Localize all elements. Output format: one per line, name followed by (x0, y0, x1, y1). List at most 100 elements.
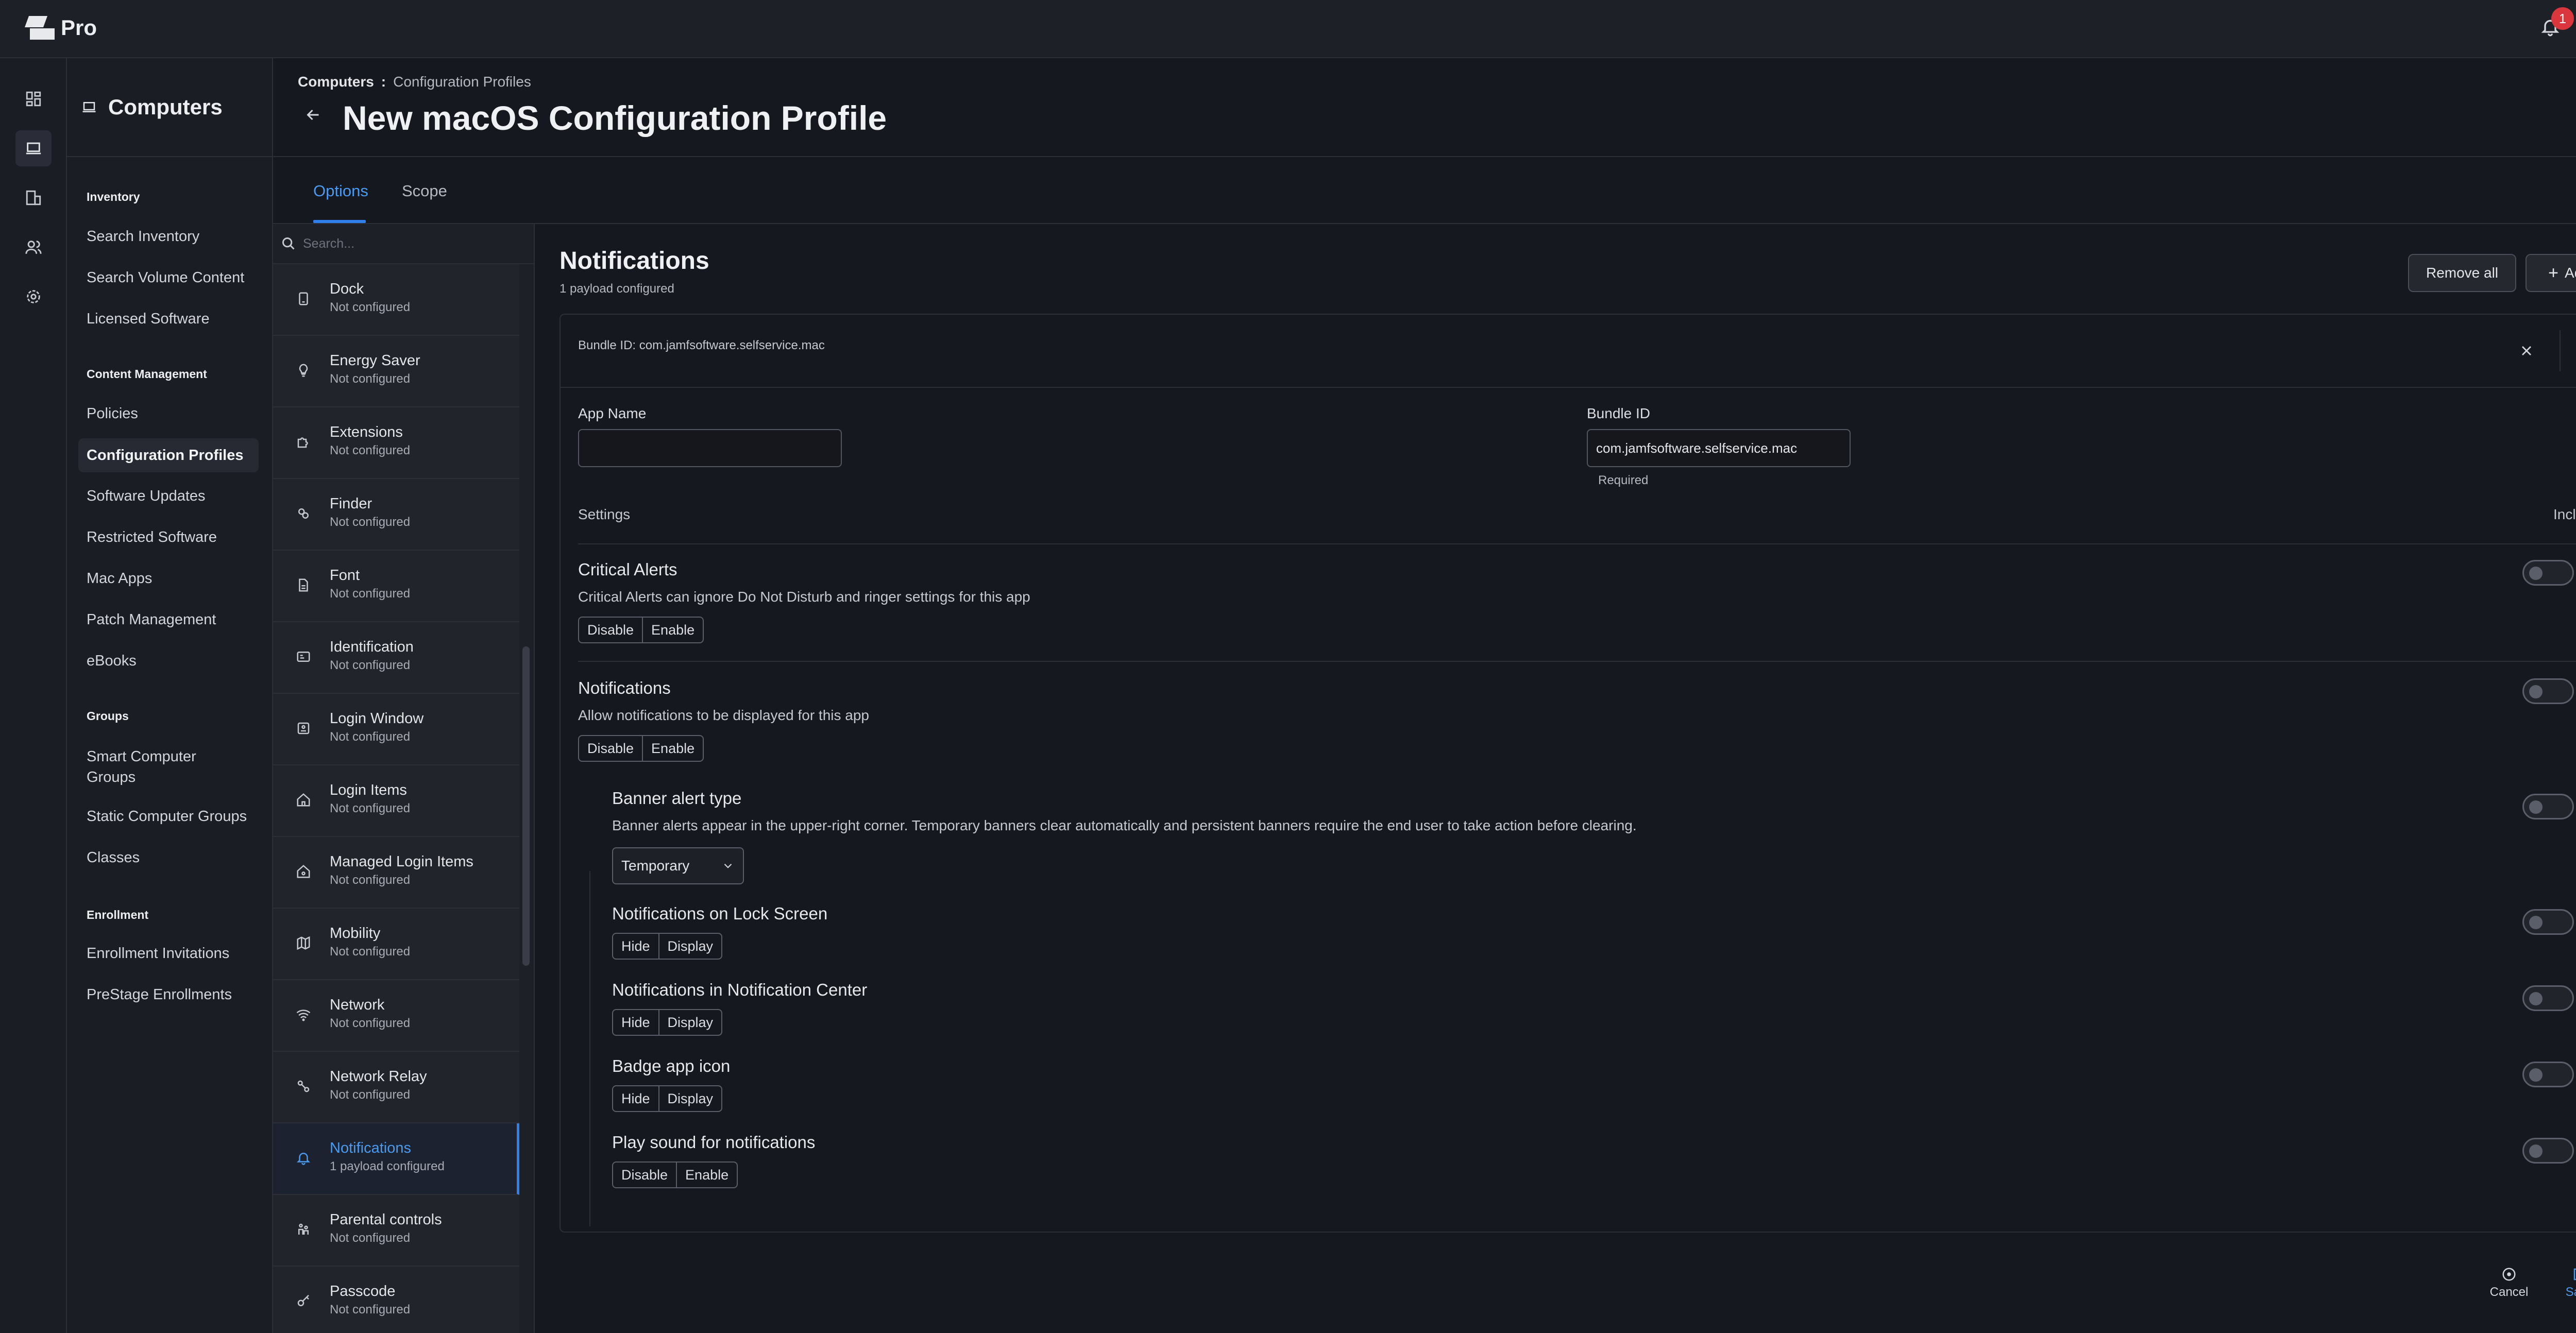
payload-item-energy-saver[interactable]: Energy Saver Not configured (273, 336, 519, 407)
home-icon (296, 792, 311, 808)
payload-item-name: Login Window (330, 710, 424, 727)
payload-item-font[interactable]: Font Not configured (273, 551, 519, 622)
back-button[interactable] (304, 106, 323, 124)
nav-licensed-software[interactable]: Licensed Software (67, 311, 258, 328)
critical-alerts-enable[interactable]: Enable (642, 618, 703, 642)
rail-computers[interactable] (15, 130, 52, 166)
tab-scope[interactable]: Scope (402, 182, 447, 200)
payload-item-network-relay[interactable]: Network Relay Not configured (273, 1052, 519, 1123)
payload-item-name: Network Relay (330, 1068, 427, 1085)
setting-desc-critical-alerts: Critical Alerts can ignore Do Not Distur… (578, 589, 1030, 605)
payload-list-scrollbar[interactable] (522, 646, 530, 966)
payload-item-name: Managed Login Items (330, 853, 473, 870)
badge-app-icon-hide[interactable]: Hide (613, 1086, 658, 1111)
breadcrumb-root[interactable]: Computers (298, 74, 374, 90)
payload-item-parental-controls[interactable]: Parental controls Not configured (273, 1195, 519, 1267)
nav-classes[interactable]: Classes (67, 849, 258, 866)
notification-center-include-toggle[interactable] (2522, 985, 2574, 1011)
payload-subtitle: 1 payload configured (560, 282, 674, 296)
save-button[interactable]: Save (2556, 1267, 2576, 1300)
payload-item-login-items[interactable]: Login Items Not configured (273, 765, 519, 837)
bundle-id-input[interactable]: com.jamfsoftware.selfservice.mac (1587, 429, 1851, 467)
payload-item-finder[interactable]: Finder Not configured (273, 479, 519, 551)
nav-smart-computer-groups[interactable]: Smart Computer Groups (67, 746, 222, 788)
chevron-down-icon (724, 863, 732, 868)
nav-policies[interactable]: Policies (67, 405, 258, 422)
bell-icon (296, 1150, 311, 1166)
setting-title-banner-alert-type: Banner alert type (612, 789, 742, 808)
lock-screen-display[interactable]: Display (658, 934, 722, 959)
payload-title: Notifications (560, 247, 709, 275)
nav-prestage-enrollments[interactable]: PreStage Enrollments (67, 986, 258, 1003)
payload-item-identification[interactable]: Identification Not configured (273, 622, 519, 694)
bundle-card-header[interactable]: Bundle ID: com.jamfsoftware.selfservice.… (561, 315, 2576, 388)
notifications-bell-button[interactable]: 1 (2540, 7, 2574, 41)
rail-users[interactable] (15, 229, 52, 265)
banner-alert-type-include-toggle[interactable] (2522, 794, 2574, 819)
dock-icon (296, 291, 311, 306)
home-gear-icon (296, 864, 311, 879)
login-window-icon (296, 721, 311, 736)
play-sound-disable[interactable]: Disable (613, 1163, 676, 1187)
payload-item-network[interactable]: Network Not configured (273, 980, 519, 1052)
nav-section-enrollment: Enrollment (87, 908, 149, 921)
nav-search-inventory[interactable]: Search Inventory (67, 228, 258, 245)
nav-configuration-profiles[interactable]: Configuration Profiles (78, 438, 259, 472)
nav-enrollment-invitations[interactable]: Enrollment Invitations (67, 945, 258, 962)
rail-devices[interactable] (15, 180, 52, 216)
payload-item-dock[interactable]: Dock Not configured (273, 264, 519, 336)
remove-all-button[interactable]: Remove all (2408, 254, 2516, 292)
banner-alert-type-select[interactable]: Temporary (612, 847, 744, 884)
notifications-enable[interactable]: Enable (642, 736, 703, 761)
app-logo[interactable]: Pro (24, 15, 97, 40)
add-button[interactable]: + Add (2526, 254, 2576, 292)
notification-center-hide[interactable]: Hide (613, 1010, 658, 1035)
breadcrumb-separator: : (381, 74, 386, 90)
logo-mark-icon (24, 16, 55, 40)
critical-alerts-disable[interactable]: Disable (579, 618, 642, 642)
payload-item-extensions[interactable]: Extensions Not configured (273, 407, 519, 479)
payload-item-login-window[interactable]: Login Window Not configured (273, 694, 519, 765)
nav-static-computer-groups[interactable]: Static Computer Groups (67, 808, 258, 825)
payload-item-status: Not configured (330, 1088, 411, 1102)
nav-mac-apps[interactable]: Mac Apps (67, 570, 258, 587)
remove-bundle-button[interactable] (2518, 343, 2535, 359)
notifications-include-toggle[interactable] (2522, 678, 2574, 704)
rail-dashboard[interactable] (15, 81, 52, 117)
nav-patch-management[interactable]: Patch Management (67, 611, 258, 628)
breadcrumb-current[interactable]: Configuration Profiles (393, 74, 531, 90)
setting-title-notification-center: Notifications in Notification Center (612, 980, 868, 999)
payload-item-passcode[interactable]: Passcode Not configured (273, 1267, 519, 1333)
payload-item-managed-login-items[interactable]: Managed Login Items Not configured (273, 837, 519, 909)
lock-screen-include-toggle[interactable] (2522, 909, 2574, 935)
badge-app-icon-include-toggle[interactable] (2522, 1062, 2574, 1087)
payload-item-mobility[interactable]: Mobility Not configured (273, 909, 519, 980)
file-icon (296, 577, 311, 593)
payload-item-notifications[interactable]: Notifications 1 payload configured (273, 1123, 519, 1195)
play-sound-include-toggle[interactable] (2522, 1138, 2574, 1164)
breadcrumb: Computers : Configuration Profiles (298, 74, 531, 90)
notification-center-display[interactable]: Display (658, 1010, 722, 1035)
nav-search-volume-content[interactable]: Search Volume Content (67, 269, 258, 286)
payload-search-input[interactable] (303, 236, 519, 251)
banner-alert-type-value: Temporary (621, 858, 690, 874)
play-sound-enable[interactable]: Enable (676, 1163, 737, 1187)
nav-ebooks[interactable]: eBooks (67, 653, 258, 670)
play-sound-segmented: Disable Enable (612, 1161, 738, 1188)
badge-app-icon-display[interactable]: Display (658, 1086, 722, 1111)
cancel-button[interactable]: Cancel (2483, 1267, 2535, 1300)
tab-options[interactable]: Options (313, 182, 368, 200)
payload-item-status: Not configured (330, 1016, 411, 1030)
laptop-icon (82, 102, 96, 112)
payload-item-status: Not configured (330, 515, 411, 529)
rail-settings[interactable] (15, 279, 52, 315)
app-name-input[interactable] (578, 429, 842, 467)
nav-restricted-software[interactable]: Restricted Software (67, 529, 258, 546)
header-divider (2560, 330, 2561, 371)
lightbulb-icon (296, 363, 311, 378)
notifications-disable[interactable]: Disable (579, 736, 642, 761)
critical-alerts-include-toggle[interactable] (2522, 560, 2574, 586)
nav-software-updates[interactable]: Software Updates (67, 488, 258, 505)
page-title: New macOS Configuration Profile (343, 99, 887, 137)
lock-screen-hide[interactable]: Hide (613, 934, 658, 959)
